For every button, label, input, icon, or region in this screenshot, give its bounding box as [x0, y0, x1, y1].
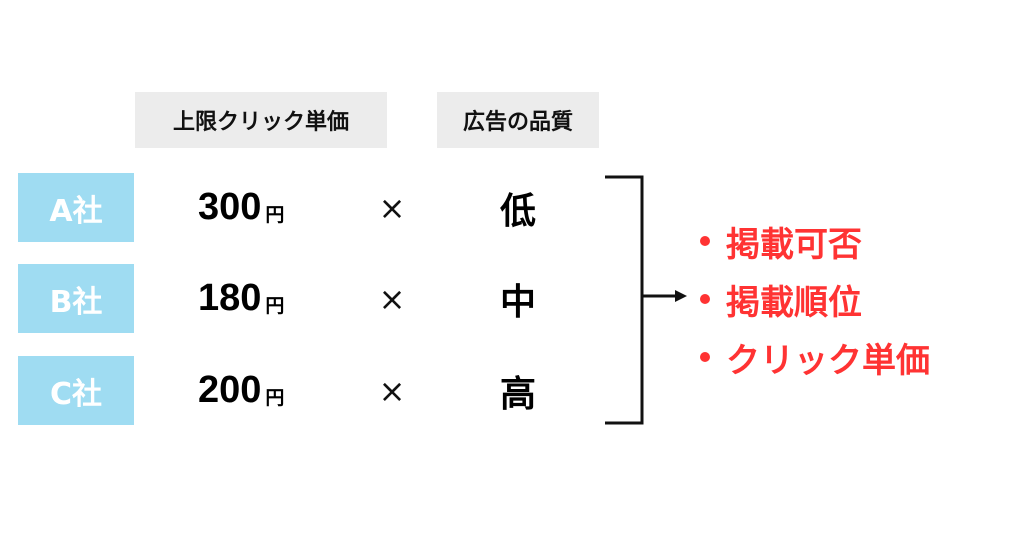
bullet-icon [700, 352, 710, 362]
company-badge-c: C社 [18, 356, 134, 425]
price-a: 300 円 [198, 173, 328, 242]
bracket-line [605, 175, 644, 425]
quality-b: 中 [499, 281, 536, 323]
result-item: クリック単価 [700, 331, 930, 383]
price-unit: 円 [265, 295, 285, 317]
bracket-arrow-icon [605, 175, 687, 425]
result-label: クリック単価 [726, 340, 930, 381]
price-unit: 円 [265, 204, 285, 226]
price-value: 180 [198, 277, 262, 319]
price-c: 200 円 [198, 356, 328, 425]
result-item: 掲載可否 [700, 215, 862, 267]
company-badge-b: B社 [18, 264, 134, 333]
quality-c: 高 [499, 373, 536, 415]
price-value: 300 [198, 186, 262, 228]
arrow-head [675, 290, 687, 302]
result-label: 掲載順位 [726, 282, 862, 323]
price-b: 180 円 [198, 264, 328, 333]
header-ad-quality: 広告の品質 [437, 92, 599, 148]
price-unit: 円 [265, 387, 285, 409]
bullet-icon [700, 236, 710, 246]
header-max-cpc: 上限クリック単価 [135, 92, 387, 148]
result-item: 掲載順位 [700, 273, 862, 325]
price-value: 200 [198, 369, 262, 411]
multiply-icon: × [378, 371, 406, 410]
bullet-icon [700, 294, 710, 304]
multiply-icon: × [378, 188, 406, 227]
multiply-icon: × [378, 279, 406, 318]
quality-a: 低 [499, 190, 536, 232]
result-label: 掲載可否 [726, 224, 862, 265]
company-badge-a: A社 [18, 173, 134, 242]
